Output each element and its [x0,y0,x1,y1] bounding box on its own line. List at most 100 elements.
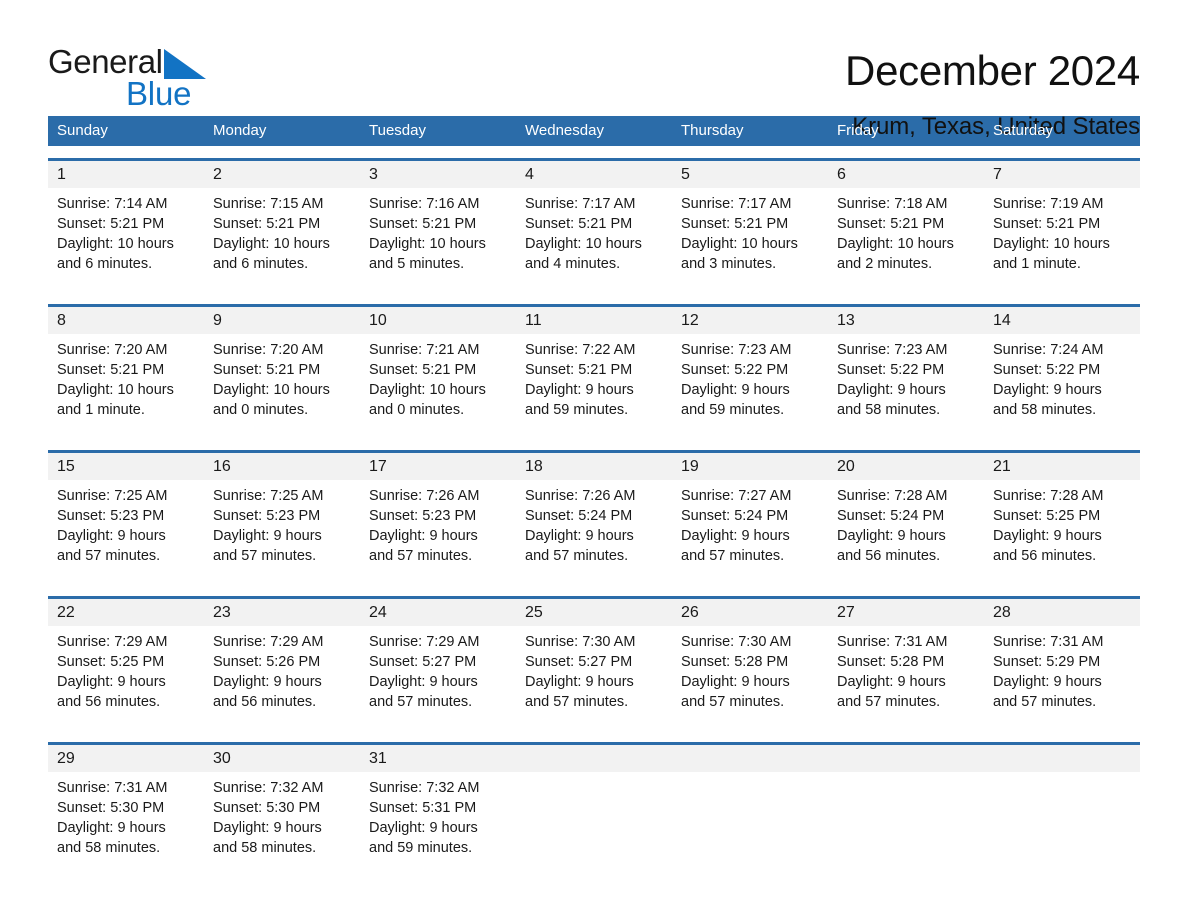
day-details: Sunrise: 7:30 AM Sunset: 5:27 PM Dayligh… [525,634,636,710]
weekday-header-thursday: Thursday [681,122,744,139]
day-number[interactable]: 3 [360,161,516,188]
day-number[interactable]: 31 [360,745,516,772]
week-body: Sunrise: 7:20 AM Sunset: 5:21 PM Dayligh… [48,334,1140,438]
day-number[interactable]: 25 [516,599,672,626]
day-number[interactable]: 20 [828,453,984,480]
day-cell[interactable]: Sunrise: 7:25 AM Sunset: 5:23 PM Dayligh… [204,480,360,584]
day-number[interactable]: 1 [48,161,204,188]
day-number[interactable]: 29 [48,745,204,772]
day-cell[interactable]: Sunrise: 7:22 AM Sunset: 5:21 PM Dayligh… [516,334,672,438]
day-cell-empty [516,772,672,876]
weekday-header-monday: Monday [213,122,267,139]
day-details: Sunrise: 7:15 AM Sunset: 5:21 PM Dayligh… [213,196,330,272]
day-number[interactable]: 5 [672,161,828,188]
day-number-band: 8 9 10 11 12 13 14 [48,307,1140,334]
day-cell[interactable]: Sunrise: 7:32 AM Sunset: 5:30 PM Dayligh… [204,772,360,876]
day-cell[interactable]: Sunrise: 7:31 AM Sunset: 5:28 PM Dayligh… [828,626,984,730]
weekday-header-wednesday: Wednesday [525,122,604,139]
day-number-empty [984,745,1140,772]
day-cell[interactable]: Sunrise: 7:30 AM Sunset: 5:28 PM Dayligh… [672,626,828,730]
day-number[interactable]: 2 [204,161,360,188]
day-cell[interactable]: Sunrise: 7:26 AM Sunset: 5:23 PM Dayligh… [360,480,516,584]
week-row: 29 30 31 Sunrise: 7:31 AM Sunset: 5:30 P… [48,742,1140,876]
day-cell[interactable]: Sunrise: 7:31 AM Sunset: 5:29 PM Dayligh… [984,626,1140,730]
day-number[interactable]: 19 [672,453,828,480]
day-details: Sunrise: 7:16 AM Sunset: 5:21 PM Dayligh… [369,196,486,272]
day-details: Sunrise: 7:26 AM Sunset: 5:23 PM Dayligh… [369,488,480,564]
day-cell[interactable]: Sunrise: 7:23 AM Sunset: 5:22 PM Dayligh… [672,334,828,438]
day-cell[interactable]: Sunrise: 7:25 AM Sunset: 5:23 PM Dayligh… [48,480,204,584]
day-number[interactable]: 17 [360,453,516,480]
day-cell[interactable]: Sunrise: 7:29 AM Sunset: 5:25 PM Dayligh… [48,626,204,730]
day-cell[interactable]: Sunrise: 7:19 AM Sunset: 5:21 PM Dayligh… [984,188,1140,292]
day-cell[interactable]: Sunrise: 7:32 AM Sunset: 5:31 PM Dayligh… [360,772,516,876]
day-number[interactable]: 27 [828,599,984,626]
day-details: Sunrise: 7:21 AM Sunset: 5:21 PM Dayligh… [369,342,486,418]
week-row: 15 16 17 18 19 20 21 Sunrise: 7:25 AM Su… [48,450,1140,584]
day-number[interactable]: 23 [204,599,360,626]
day-details: Sunrise: 7:20 AM Sunset: 5:21 PM Dayligh… [213,342,330,418]
weekday-header-sunday: Sunday [57,122,108,139]
day-details: Sunrise: 7:25 AM Sunset: 5:23 PM Dayligh… [213,488,324,564]
day-cell[interactable]: Sunrise: 7:20 AM Sunset: 5:21 PM Dayligh… [48,334,204,438]
day-number[interactable]: 28 [984,599,1140,626]
day-cell[interactable]: Sunrise: 7:29 AM Sunset: 5:26 PM Dayligh… [204,626,360,730]
day-details: Sunrise: 7:30 AM Sunset: 5:28 PM Dayligh… [681,634,792,710]
day-cell[interactable]: Sunrise: 7:17 AM Sunset: 5:21 PM Dayligh… [516,188,672,292]
day-number[interactable]: 15 [48,453,204,480]
day-number[interactable]: 21 [984,453,1140,480]
day-cell[interactable]: Sunrise: 7:14 AM Sunset: 5:21 PM Dayligh… [48,188,204,292]
day-cell[interactable]: Sunrise: 7:16 AM Sunset: 5:21 PM Dayligh… [360,188,516,292]
day-number[interactable]: 10 [360,307,516,334]
weekday-header-row: Sunday Monday Tuesday Wednesday Thursday… [48,116,1140,146]
day-number[interactable]: 12 [672,307,828,334]
logo-blue-text: Blue [126,75,192,112]
day-number-band: 22 23 24 25 26 27 28 [48,599,1140,626]
day-details: Sunrise: 7:19 AM Sunset: 5:21 PM Dayligh… [993,196,1110,272]
day-number[interactable]: 7 [984,161,1140,188]
calendar-page: General Blue December 2024 Krum, Texas, … [0,0,1188,918]
day-number[interactable]: 13 [828,307,984,334]
day-details: Sunrise: 7:14 AM Sunset: 5:21 PM Dayligh… [57,196,174,272]
day-number[interactable]: 14 [984,307,1140,334]
day-number[interactable]: 24 [360,599,516,626]
day-cell[interactable]: Sunrise: 7:23 AM Sunset: 5:22 PM Dayligh… [828,334,984,438]
day-details: Sunrise: 7:26 AM Sunset: 5:24 PM Dayligh… [525,488,636,564]
day-cell[interactable]: Sunrise: 7:21 AM Sunset: 5:21 PM Dayligh… [360,334,516,438]
day-details: Sunrise: 7:23 AM Sunset: 5:22 PM Dayligh… [837,342,948,418]
day-cell[interactable]: Sunrise: 7:24 AM Sunset: 5:22 PM Dayligh… [984,334,1140,438]
day-number[interactable]: 6 [828,161,984,188]
day-details: Sunrise: 7:28 AM Sunset: 5:25 PM Dayligh… [993,488,1104,564]
day-cell[interactable]: Sunrise: 7:18 AM Sunset: 5:21 PM Dayligh… [828,188,984,292]
day-cell[interactable]: Sunrise: 7:20 AM Sunset: 5:21 PM Dayligh… [204,334,360,438]
day-cell[interactable]: Sunrise: 7:30 AM Sunset: 5:27 PM Dayligh… [516,626,672,730]
day-number-band: 15 16 17 18 19 20 21 [48,453,1140,480]
day-cell[interactable]: Sunrise: 7:15 AM Sunset: 5:21 PM Dayligh… [204,188,360,292]
day-number[interactable]: 4 [516,161,672,188]
day-number-empty [516,745,672,772]
day-number[interactable]: 18 [516,453,672,480]
page-title: December 2024 [845,47,1140,94]
day-number[interactable]: 11 [516,307,672,334]
day-details: Sunrise: 7:28 AM Sunset: 5:24 PM Dayligh… [837,488,948,564]
general-blue-logo[interactable]: General Blue [48,44,348,114]
week-body: Sunrise: 7:29 AM Sunset: 5:25 PM Dayligh… [48,626,1140,730]
day-cell[interactable]: Sunrise: 7:26 AM Sunset: 5:24 PM Dayligh… [516,480,672,584]
day-number[interactable]: 16 [204,453,360,480]
day-cell[interactable]: Sunrise: 7:29 AM Sunset: 5:27 PM Dayligh… [360,626,516,730]
day-cell[interactable]: Sunrise: 7:17 AM Sunset: 5:21 PM Dayligh… [672,188,828,292]
day-details: Sunrise: 7:20 AM Sunset: 5:21 PM Dayligh… [57,342,174,418]
day-number[interactable]: 22 [48,599,204,626]
day-cell-empty [828,772,984,876]
day-cell-empty [672,772,828,876]
day-number[interactable]: 9 [204,307,360,334]
day-number[interactable]: 8 [48,307,204,334]
day-number[interactable]: 30 [204,745,360,772]
day-cell[interactable]: Sunrise: 7:28 AM Sunset: 5:25 PM Dayligh… [984,480,1140,584]
weekday-header-tuesday: Tuesday [369,122,426,139]
day-cell[interactable]: Sunrise: 7:28 AM Sunset: 5:24 PM Dayligh… [828,480,984,584]
day-number[interactable]: 26 [672,599,828,626]
day-cell[interactable]: Sunrise: 7:31 AM Sunset: 5:30 PM Dayligh… [48,772,204,876]
weekday-header-saturday: Saturday [993,122,1054,139]
day-cell[interactable]: Sunrise: 7:27 AM Sunset: 5:24 PM Dayligh… [672,480,828,584]
